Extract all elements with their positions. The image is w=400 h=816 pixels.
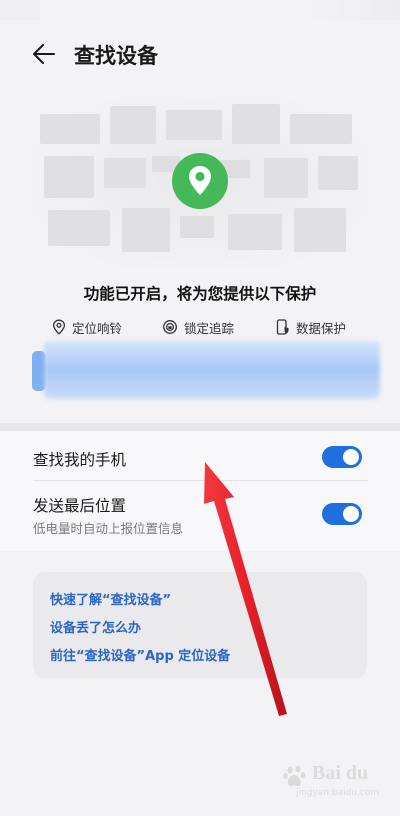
annotation-arrow — [204, 462, 287, 716]
paw-logo-icon — [283, 765, 306, 787]
baidu-watermark: Bai du jingyan.baidu.com — [282, 760, 382, 805]
find-device-page: 查找设备 功能已开启，将为您提供以下保护 定位响铃 锁定追踪 数据保护 查找我的… — [0, 0, 400, 816]
